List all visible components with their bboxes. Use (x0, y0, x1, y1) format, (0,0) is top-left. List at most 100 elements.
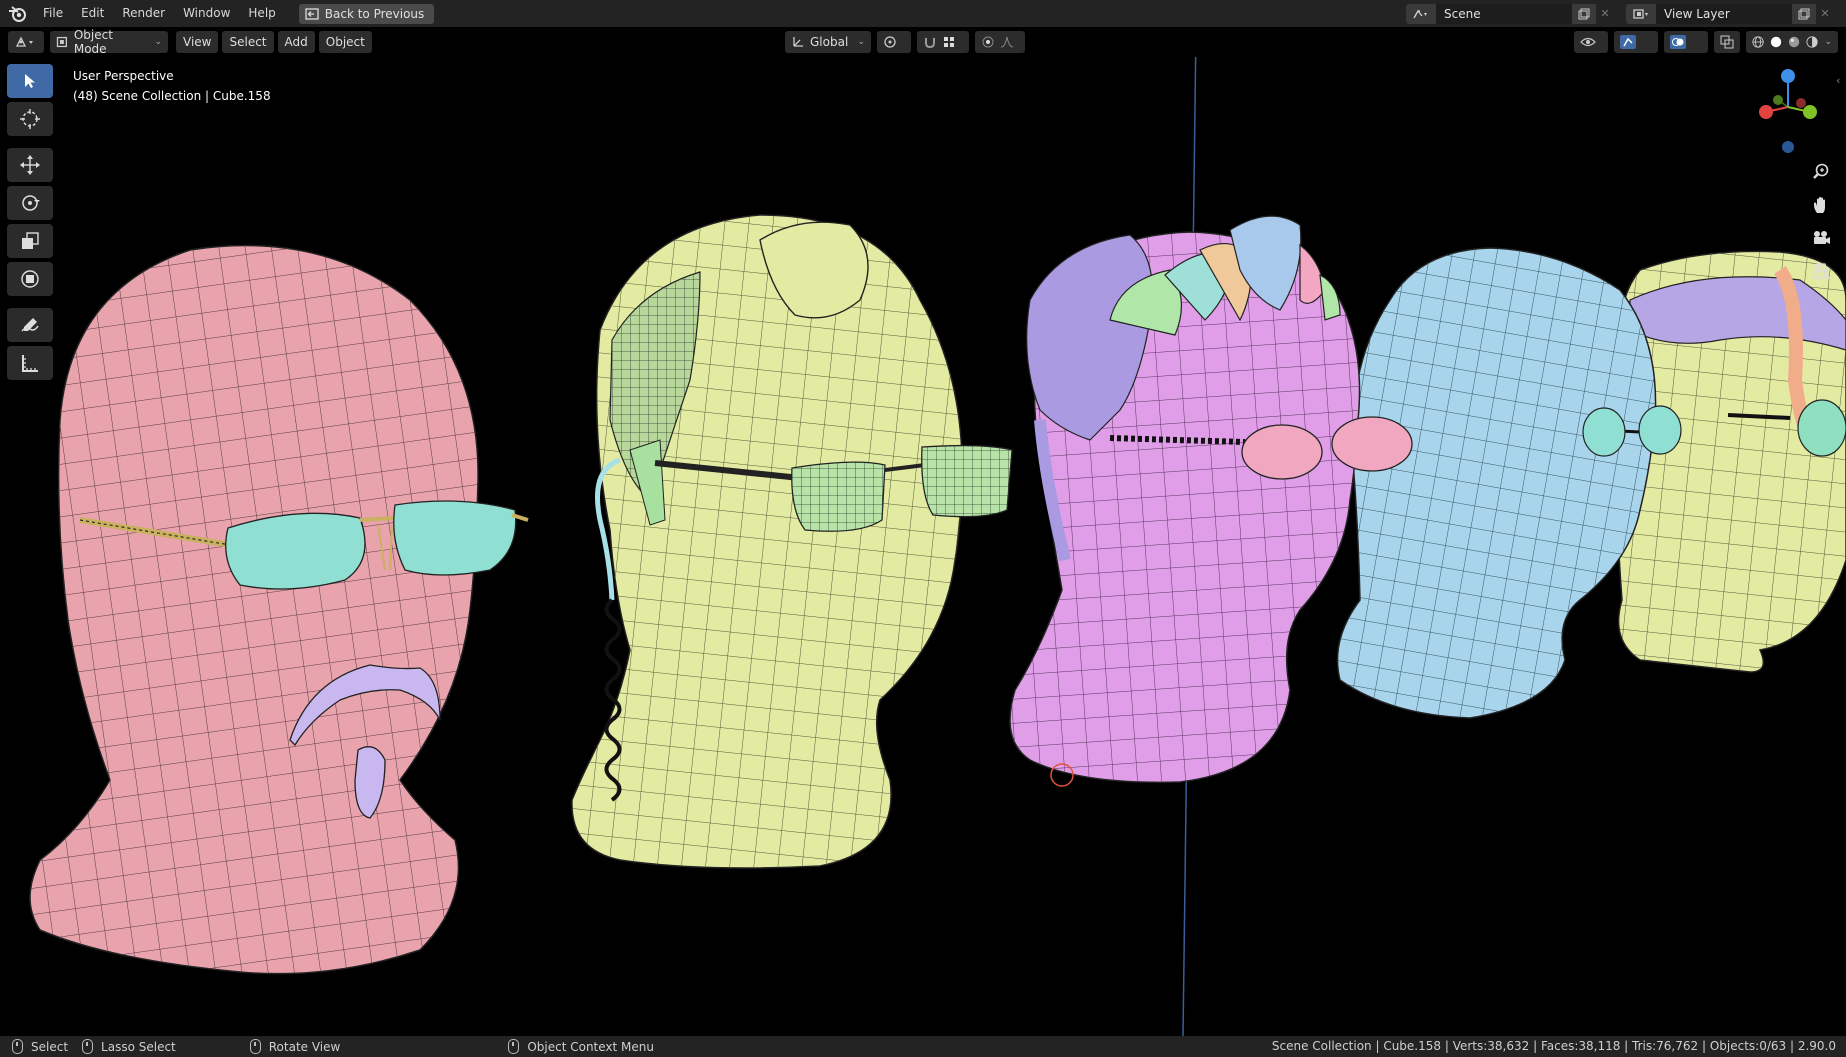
blender-logo-icon[interactable] (0, 0, 34, 27)
measure-ruler-icon (22, 355, 38, 372)
overlays-icon (1670, 35, 1686, 49)
header-menu-add[interactable]: Add (277, 31, 315, 53)
zoom-magnifier-icon (1813, 163, 1829, 179)
viewport-3d[interactable] (0, 57, 1846, 1036)
view-layer-selector[interactable]: View Layer ✕ (1626, 3, 1834, 24)
chevron-down-icon[interactable]: ⌄ (1824, 37, 1832, 47)
scene-icon[interactable] (1406, 3, 1436, 24)
status-lasso-hint: Lasso Select (82, 1039, 176, 1054)
rendered-shading-icon[interactable] (1806, 35, 1819, 49)
perspective-label: User Perspective (73, 69, 174, 83)
overlays-toggle[interactable] (1664, 31, 1708, 53)
viewport-info-overlay: User Perspective (48) Scene Collection |… (73, 66, 271, 106)
menu-help[interactable]: Help (239, 0, 284, 27)
menu-file[interactable]: File (34, 0, 72, 27)
zoom-view-button[interactable] (1805, 156, 1837, 188)
tool-shelf (7, 64, 55, 384)
status-context-hint: Object Context Menu (508, 1039, 654, 1054)
back-to-previous-button[interactable]: Back to Previous (298, 3, 435, 24)
move-arrows-icon (20, 155, 40, 175)
header-menu-object[interactable]: Object (318, 31, 372, 53)
new-scene-icon[interactable] (1572, 3, 1596, 24)
snap-magnet-icon[interactable] (923, 35, 937, 49)
gizmo-z-axis[interactable] (1781, 69, 1795, 83)
transform-orientation-dropdown[interactable]: Global ⌄ (785, 31, 871, 53)
head-mesh-3[interactable] (1009, 215, 1413, 787)
hand-icon (1814, 197, 1825, 213)
pivot-point-icon (884, 36, 896, 48)
screen-back-icon (305, 7, 319, 20)
status-context-label: Object Context Menu (527, 1039, 654, 1054)
menu-edit[interactable]: Edit (72, 0, 113, 27)
scale-tool[interactable] (7, 224, 53, 258)
gizmo-toggle[interactable] (1614, 31, 1658, 53)
cursor-tool[interactable] (7, 102, 53, 136)
gizmo-x-axis[interactable] (1759, 105, 1773, 119)
transform-controls: Global ⌄ (785, 31, 1025, 53)
eye-icon (1580, 37, 1596, 47)
status-bar: Select Lasso Select Rotate View Object C… (0, 1036, 1846, 1057)
gizmo-icon (1620, 35, 1636, 49)
object-mode-label: Object Mode (73, 28, 113, 56)
falloff-curve-icon[interactable] (1000, 35, 1014, 49)
new-view-layer-icon[interactable] (1792, 3, 1816, 24)
gizmo-neg-x-axis[interactable] (1796, 98, 1806, 108)
view-layer-name-field[interactable]: View Layer (1656, 3, 1792, 24)
head-mesh-5[interactable] (1615, 250, 1846, 673)
collection-object-label: (48) Scene Collection | Cube.158 (73, 89, 271, 103)
back-to-previous-label: Back to Previous (324, 6, 425, 21)
top-menu-bar: File Edit Render Window Help Back to Pre… (0, 0, 1846, 27)
status-rotate-label: Rotate View (268, 1039, 341, 1054)
status-select-hint: Select (12, 1039, 68, 1054)
delete-view-layer-icon[interactable]: ✕ (1816, 4, 1834, 24)
object-mode-icon (56, 36, 68, 48)
header-menu-view[interactable]: View (176, 31, 219, 53)
mouse-drag-icon (82, 1039, 94, 1054)
3d-cursor-icon (20, 109, 40, 129)
material-shading-icon[interactable] (1788, 35, 1800, 49)
scale-icon (22, 232, 39, 249)
cursor-arrow-icon (25, 74, 35, 88)
annotate-tool[interactable] (7, 308, 53, 342)
xray-icon (1720, 35, 1734, 49)
header-menu-select[interactable]: Select (222, 31, 274, 53)
menu-window[interactable]: Window (174, 0, 239, 27)
gizmo-neg-y-axis[interactable] (1773, 95, 1783, 105)
gizmo-y-axis[interactable] (1803, 105, 1817, 119)
delete-scene-icon[interactable]: ✕ (1596, 4, 1614, 24)
pan-view-button[interactable] (1805, 189, 1837, 221)
mouse-right-icon (508, 1039, 520, 1054)
annotate-pencil-icon (21, 318, 39, 332)
navigation-gizmo[interactable] (1748, 62, 1828, 157)
measure-tool[interactable] (7, 346, 53, 380)
view-layer-icon[interactable] (1626, 3, 1656, 24)
menu-render[interactable]: Render (113, 0, 174, 27)
pivot-point-dropdown[interactable] (877, 31, 911, 53)
solid-shading-icon[interactable] (1770, 35, 1782, 49)
scene-selector[interactable]: Scene ✕ (1406, 3, 1614, 24)
head-mesh-1[interactable] (29, 244, 529, 975)
proportional-editing-icon[interactable] (981, 35, 995, 49)
proportional-editing-group (975, 31, 1025, 53)
xray-toggle[interactable] (1714, 31, 1740, 53)
orientation-axes-icon (793, 37, 803, 47)
gizmo-neg-z-axis[interactable] (1782, 141, 1794, 153)
rotate-tool[interactable] (7, 186, 53, 220)
status-lasso-label: Lasso Select (101, 1039, 176, 1054)
scene-name-field[interactable]: Scene (1436, 3, 1572, 24)
sidebar-expand-icon[interactable]: ‹ (1836, 74, 1840, 87)
snap-group (917, 31, 969, 53)
select-box-tool[interactable] (7, 64, 53, 98)
visibility-dropdown[interactable] (1574, 31, 1608, 53)
transform-orientation-label: Global (810, 35, 849, 49)
shading-modes: ⌄ (1746, 31, 1838, 53)
editor-type-selector[interactable] (8, 31, 44, 53)
camera-view-button[interactable] (1805, 222, 1837, 254)
move-tool[interactable] (7, 148, 53, 182)
snap-increment-icon[interactable] (942, 35, 956, 49)
head-mesh-2[interactable] (571, 214, 1013, 869)
transform-tool[interactable] (7, 262, 53, 296)
wireframe-shading-icon[interactable] (1752, 35, 1764, 49)
perspective-toggle-button[interactable] (1805, 255, 1837, 287)
object-mode-dropdown[interactable]: Object Mode ⌄ (50, 28, 168, 56)
